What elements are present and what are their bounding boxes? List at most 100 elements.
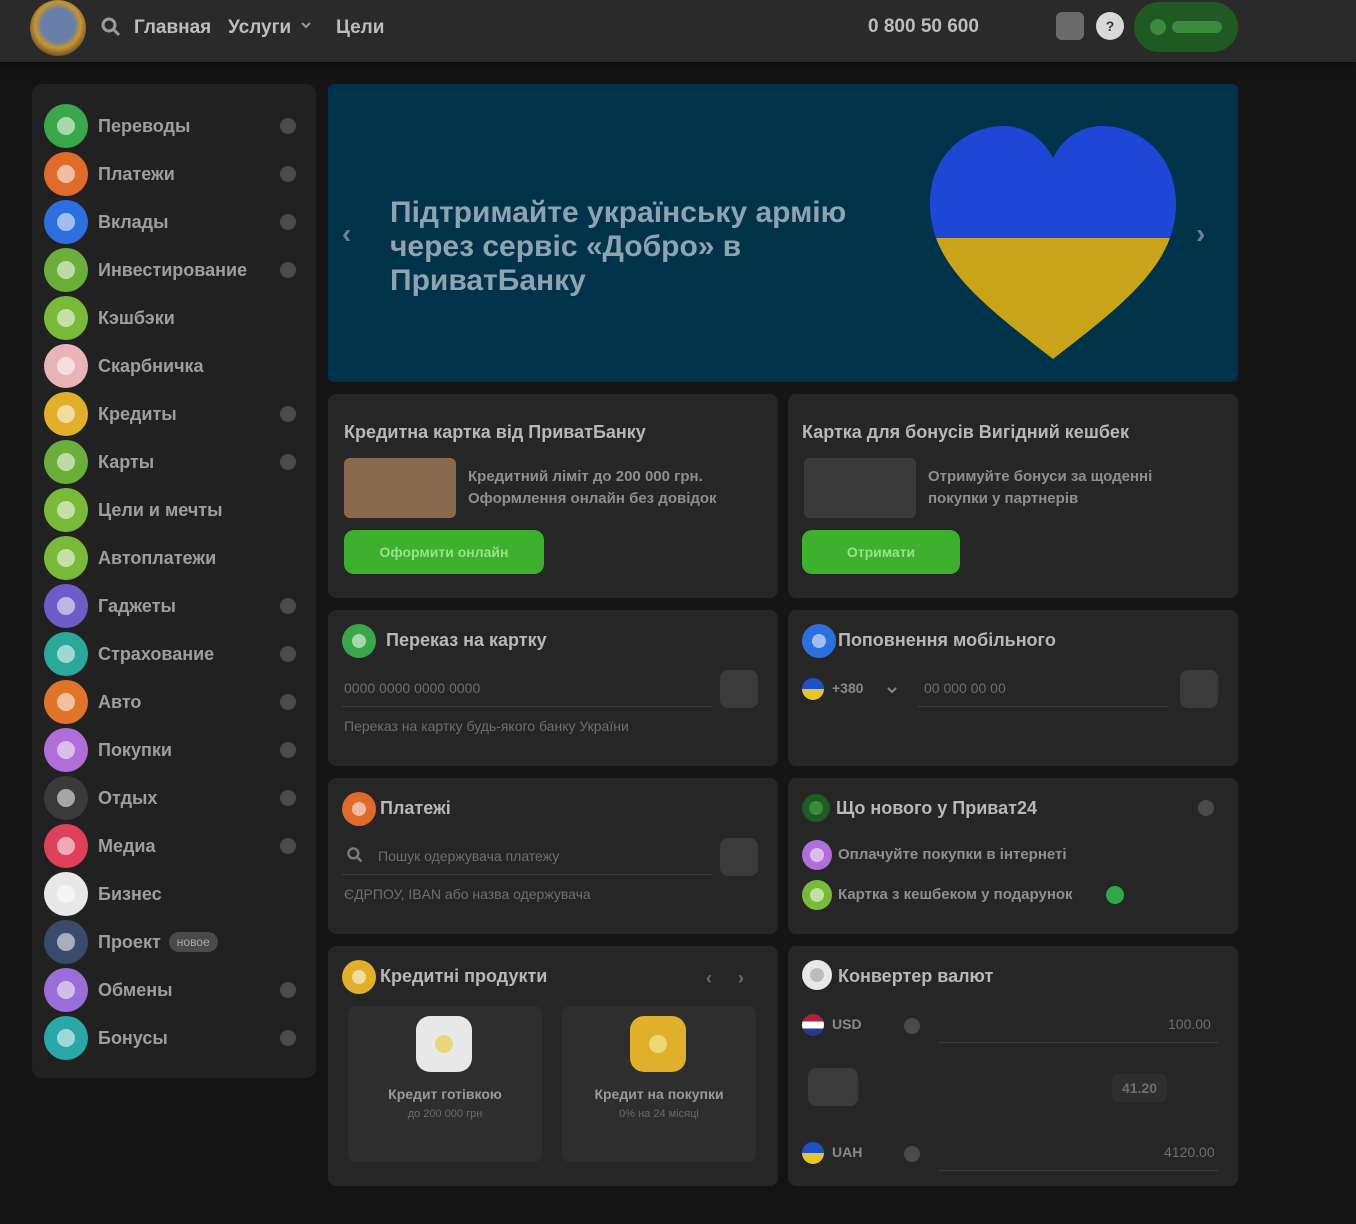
swap-icon[interactable]	[808, 1068, 858, 1106]
ukraine-heart-image	[930, 126, 1176, 359]
prev-arrow-icon[interactable]: ‹	[706, 968, 712, 989]
logo[interactable]	[30, 0, 86, 56]
sidebar-item-icon	[44, 296, 88, 340]
sidebar-item[interactable]: Гаджеты	[32, 582, 316, 630]
banner-next-button[interactable]: ›	[1196, 218, 1220, 249]
expand-icon[interactable]	[280, 982, 296, 998]
sidebar-item[interactable]: Платежи	[32, 150, 316, 198]
phone-number[interactable]: 0 800 50 600	[868, 16, 979, 38]
sidebar-item-icon	[44, 584, 88, 628]
sidebar-item[interactable]: Бизнес	[32, 870, 316, 918]
chevron-down-icon[interactable]	[300, 19, 312, 31]
to-amount[interactable]: 4120.00	[1164, 1144, 1215, 1160]
sidebar-item[interactable]: Кэшбэки	[32, 294, 316, 342]
sidebar-item[interactable]: Скарбничка	[32, 342, 316, 390]
credit-icon	[342, 960, 376, 994]
sidebar-item[interactable]: Авто	[32, 678, 316, 726]
news-item[interactable]: Оплачуйте покупки в інтернеті	[838, 844, 1067, 866]
nav-home[interactable]: Главная	[134, 17, 211, 39]
sidebar-item-icon	[44, 632, 88, 676]
expand-icon[interactable]	[280, 742, 296, 758]
sidebar-item[interactable]: Вклады	[32, 198, 316, 246]
bonus-card-offer: Картка для бонусів Вигідний кешбек Отрим…	[788, 394, 1238, 598]
sidebar-item[interactable]: Кредиты	[32, 390, 316, 438]
payments-card: Платежі Пошук одержувача платежу ЄДРПОУ,…	[328, 778, 778, 934]
sidebar-item-label: Платежи	[98, 163, 175, 184]
to-currency[interactable]: UAH	[832, 1144, 862, 1160]
from-currency[interactable]: USD	[832, 1016, 862, 1032]
sidebar-item[interactable]: Автоплатежи	[32, 534, 316, 582]
sidebar-item-icon	[44, 536, 88, 580]
phone-input[interactable]: 00 000 00 00	[924, 680, 1006, 696]
offer-button[interactable]: Оформити онлайн	[344, 530, 544, 574]
product-tile[interactable]: Кредит на покупки 0% на 24 місяці	[562, 1006, 756, 1162]
topup-submit-button[interactable]	[1180, 670, 1218, 708]
sidebar-item-icon	[44, 200, 88, 244]
sidebar-item-label: Цели и мечты	[98, 499, 223, 520]
login-label	[1172, 21, 1222, 33]
product-title: Кредит готівкою	[388, 1086, 502, 1102]
card-number-input[interactable]: 0000 0000 0000 0000	[344, 680, 480, 696]
sidebar-item[interactable]: Медиа	[32, 822, 316, 870]
expand-icon[interactable]	[280, 838, 296, 854]
close-icon[interactable]	[1198, 800, 1214, 816]
from-amount[interactable]: 100.00	[1168, 1016, 1211, 1032]
sidebar-item-label: Проект	[98, 931, 161, 952]
product-tile[interactable]: Кредит готівкою до 200 000 грн	[348, 1006, 542, 1162]
expand-icon[interactable]	[280, 166, 296, 182]
payments-icon	[342, 792, 376, 826]
expand-icon[interactable]	[280, 694, 296, 710]
sidebar-item[interactable]: Инвестирование	[32, 246, 316, 294]
sidebar-item[interactable]: Обмены	[32, 966, 316, 1014]
nav-goals[interactable]: Цели	[336, 17, 384, 39]
sidebar-item[interactable]: Отдых	[32, 774, 316, 822]
news-icon	[802, 794, 830, 822]
chevron-down-icon[interactable]	[904, 1018, 920, 1034]
sidebar-item[interactable]: Карты	[32, 438, 316, 486]
next-arrow-icon[interactable]: ›	[738, 968, 744, 989]
ukraine-flag-icon	[802, 678, 824, 700]
expand-icon[interactable]	[280, 646, 296, 662]
expand-icon[interactable]	[280, 406, 296, 422]
news-card: Що нового у Приват24 Оплачуйте покупки в…	[788, 778, 1238, 934]
sidebar-item-label: Бонусы	[98, 1027, 168, 1048]
sidebar-item-label: Медиа	[98, 835, 156, 856]
exchange-rate: 41.20	[1112, 1074, 1168, 1102]
banner-prev-button[interactable]: ‹	[342, 218, 366, 249]
expand-icon[interactable]	[280, 454, 296, 470]
search-icon[interactable]	[100, 16, 122, 38]
sidebar-item[interactable]: Проект новое	[32, 918, 316, 966]
help-icon[interactable]: ?	[1096, 12, 1124, 40]
sidebar-item-icon	[44, 344, 88, 388]
sidebar-item[interactable]: Цели и мечты	[32, 486, 316, 534]
sidebar-item[interactable]: Страхование	[32, 630, 316, 678]
news-item[interactable]: Картка з кешбеком у подарунок	[838, 884, 1073, 906]
credit-card-offer: Кредитна картка від ПриватБанку Кредитни…	[328, 394, 778, 598]
sidebar-item-icon	[44, 968, 88, 1012]
payment-search-input[interactable]: Пошук одержувача платежу	[378, 848, 559, 864]
user-icon	[1150, 19, 1166, 35]
promo-banner[interactable]: ‹ Підтримайте українську армію через сер…	[328, 84, 1238, 382]
expand-icon[interactable]	[280, 118, 296, 134]
payment-submit-button[interactable]	[720, 838, 758, 876]
chevron-down-icon[interactable]	[886, 684, 898, 696]
sidebar-item-icon	[44, 392, 88, 436]
banner-text: Підтримайте українську армію через серві…	[390, 196, 847, 297]
new-badge-icon	[1106, 886, 1124, 904]
sidebar-item[interactable]: Переводы	[32, 102, 316, 150]
expand-icon[interactable]	[280, 790, 296, 806]
transfer-submit-button[interactable]	[720, 670, 758, 708]
nav-services[interactable]: Услуги	[228, 17, 291, 39]
expand-icon[interactable]	[280, 598, 296, 614]
offer-button[interactable]: Отримати	[802, 530, 960, 574]
country-code[interactable]: +380	[832, 680, 864, 696]
sidebar-item[interactable]: Бонусы	[32, 1014, 316, 1062]
expand-icon[interactable]	[280, 1030, 296, 1046]
expand-icon[interactable]	[280, 214, 296, 230]
chevron-down-icon[interactable]	[904, 1146, 920, 1162]
converter-title: Конвертер валют	[838, 966, 994, 986]
sidebar-item[interactable]: Покупки	[32, 726, 316, 774]
chat-icon[interactable]	[1056, 12, 1084, 40]
expand-icon[interactable]	[280, 262, 296, 278]
login-button[interactable]	[1134, 2, 1238, 52]
